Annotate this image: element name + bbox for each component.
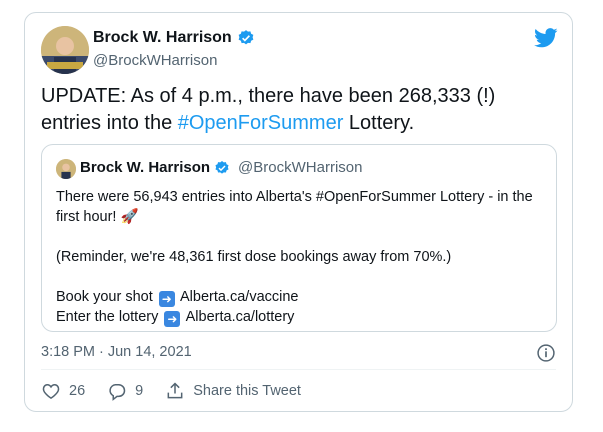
tweet-text: UPDATE: As of 4 p.m., there have been 26… xyxy=(41,83,551,137)
reply-icon xyxy=(109,384,126,401)
quoted-author-avatar[interactable] xyxy=(56,159,76,179)
share-button[interactable]: Share this Tweet xyxy=(165,381,301,401)
quoted-avatar-image xyxy=(56,159,76,179)
tweet-timestamp[interactable]: 3:18 PM · Jun 14, 2021 xyxy=(41,344,192,360)
verified-badge-icon xyxy=(215,160,229,174)
like-button[interactable]: 26 xyxy=(41,381,85,401)
divider xyxy=(41,369,556,370)
quoted-line-1: There were 56,943 entries into Alberta's… xyxy=(56,187,542,227)
quoted-text: There were 56,943 entries into Alberta's… xyxy=(56,187,542,327)
tweet-card: Brock W. Harrison @BrockWHarrison UPDATE… xyxy=(24,12,573,412)
twitter-bird-icon[interactable] xyxy=(534,27,558,49)
verified-badge-icon xyxy=(238,30,254,45)
avatar-image xyxy=(41,26,89,74)
tweet-time[interactable]: 3:18 PM xyxy=(41,344,95,360)
enter-lottery-label: Enter the lottery xyxy=(56,309,159,325)
action-bar: 26 9 Share this Tweet xyxy=(41,381,323,401)
reply-button[interactable]: 9 xyxy=(107,381,143,401)
quoted-author-name[interactable]: Brock W. Harrison xyxy=(80,159,210,176)
lottery-link[interactable]: Alberta.ca/lottery xyxy=(186,309,295,325)
quoted-line-3: Book your shot ➜ Alberta.ca/vaccine xyxy=(56,287,542,307)
info-icon[interactable] xyxy=(536,343,556,363)
author-name[interactable]: Brock W. Harrison xyxy=(93,29,232,47)
arrow-right-icon: ➜ xyxy=(164,311,181,327)
quoted-header: Brock W. Harrison @BrockWHarrison xyxy=(80,159,362,176)
hashtag-link[interactable]: #OpenForSummer xyxy=(178,112,344,134)
quoted-author-handle[interactable]: @BrockWHarrison xyxy=(238,159,362,176)
meta-separator: · xyxy=(99,344,104,360)
reply-count: 9 xyxy=(135,383,144,399)
author-avatar[interactable] xyxy=(41,26,89,74)
share-icon xyxy=(167,382,183,399)
vaccine-link[interactable]: Alberta.ca/vaccine xyxy=(180,289,298,305)
tweet-text-end: Lottery. xyxy=(343,112,415,134)
heart-icon xyxy=(42,383,60,399)
book-shot-label: Book your shot xyxy=(56,289,153,305)
like-count: 26 xyxy=(69,383,86,399)
author-handle[interactable]: @BrockWHarrison xyxy=(93,52,217,69)
arrow-right-icon: ➜ xyxy=(158,291,175,307)
quoted-tweet[interactable]: Brock W. Harrison @BrockWHarrison There … xyxy=(41,144,557,332)
quoted-line-2: (Reminder, we're 48,361 first dose booki… xyxy=(56,249,452,265)
share-label: Share this Tweet xyxy=(193,383,301,399)
rocket-emoji: 🚀 xyxy=(120,209,139,225)
tweet-date[interactable]: Jun 14, 2021 xyxy=(108,344,192,360)
quoted-line-4: Enter the lottery ➜ Alberta.ca/lottery xyxy=(56,307,542,327)
author-name-row[interactable]: Brock W. Harrison xyxy=(93,29,255,47)
